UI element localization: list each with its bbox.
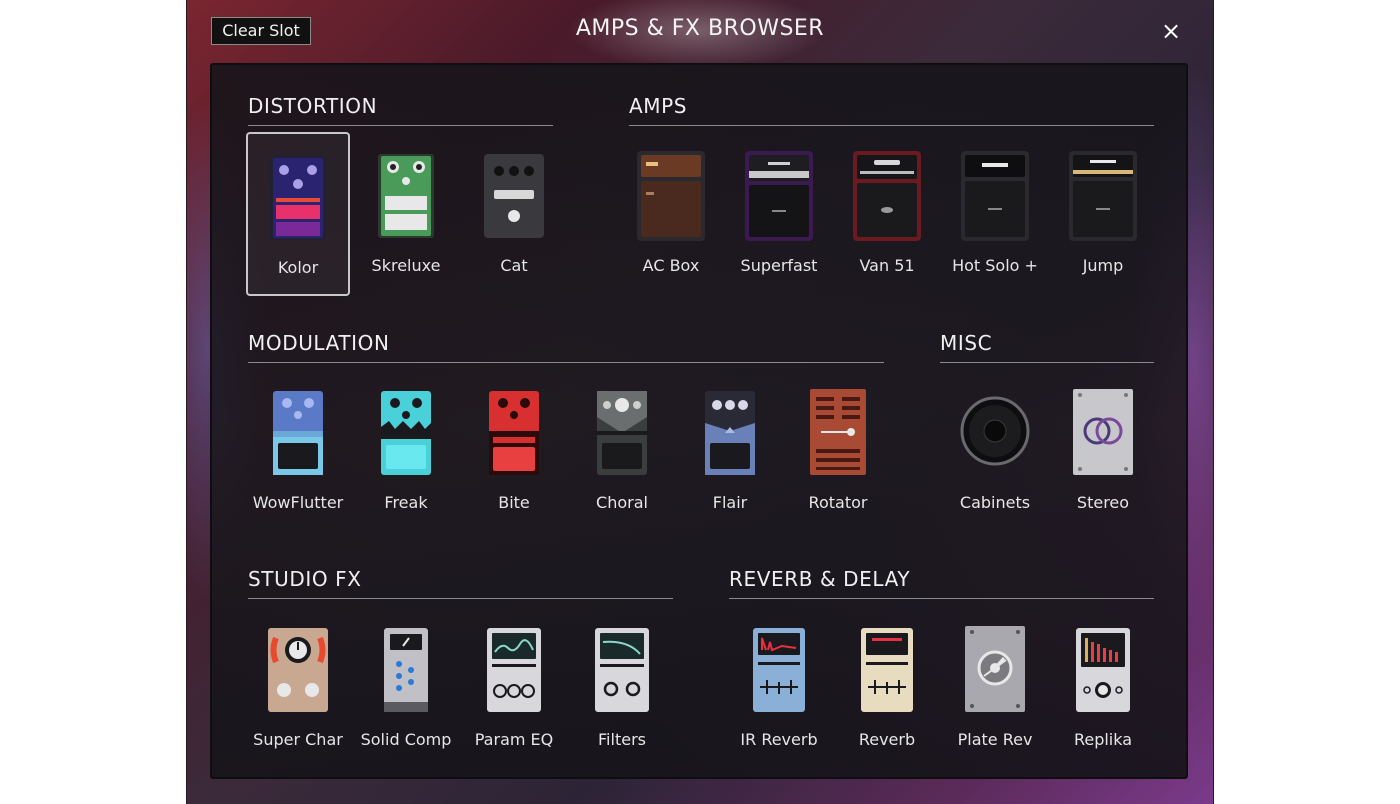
section-divider xyxy=(629,125,1154,126)
replika-pedal-icon xyxy=(1051,624,1155,714)
item-cabinets[interactable]: Cabinets xyxy=(943,369,1047,533)
ir-reverb-pedal-icon xyxy=(727,624,831,714)
section-modulation: MODULATION xyxy=(248,330,884,363)
cat-pedal-icon xyxy=(462,150,566,240)
section-title-misc: MISC xyxy=(940,331,993,355)
item-flair[interactable]: Flair xyxy=(678,369,782,533)
browser-panel: DISTORTION Kolor Skreluxe Cat AMPS AC Bo… xyxy=(210,63,1188,779)
amps-fx-browser-window: Clear Slot AMPS & FX BROWSER × DISTORTIO… xyxy=(187,0,1213,804)
flair-pedal-icon xyxy=(678,387,782,477)
van-51-amp-icon xyxy=(835,150,939,241)
item-filters[interactable]: Filters xyxy=(570,606,674,770)
section-divider xyxy=(940,362,1154,363)
section-divider xyxy=(729,598,1154,599)
param-eq-pedal-icon xyxy=(462,624,566,714)
section-title-studio-fx: STUDIO FX xyxy=(248,567,362,591)
item-bite[interactable]: Bite xyxy=(462,369,566,533)
super-char-pedal-icon xyxy=(246,624,350,714)
freak-pedal-icon xyxy=(354,387,458,477)
item-label: Replika xyxy=(1073,730,1133,749)
item-rotator[interactable]: Rotator xyxy=(786,369,890,533)
section-studio-fx: STUDIO FX xyxy=(248,566,673,599)
rotator-cabinet-icon xyxy=(786,387,890,477)
reverb-pedal-icon xyxy=(835,624,939,714)
kolor-pedal-icon xyxy=(248,152,348,242)
section-reverb-delay: REVERB & DELAY xyxy=(729,566,1154,599)
item-replika[interactable]: Replika xyxy=(1051,606,1155,770)
item-choral[interactable]: Choral xyxy=(570,369,674,533)
item-label: Filters xyxy=(598,730,646,749)
section-divider xyxy=(248,125,553,126)
section-title-amps: AMPS xyxy=(629,94,688,118)
item-label: Cat xyxy=(500,256,528,275)
plate-rev-icon xyxy=(943,624,1047,714)
solid-comp-pedal-icon xyxy=(354,624,458,714)
section-distortion: DISTORTION xyxy=(248,93,553,126)
item-van-51[interactable]: Van 51 xyxy=(835,132,939,296)
item-jump[interactable]: Jump xyxy=(1051,132,1155,296)
item-hot-solo-plus[interactable]: Hot Solo + xyxy=(943,132,1047,296)
item-label: Stereo xyxy=(1076,493,1130,512)
item-skreluxe[interactable]: Skreluxe xyxy=(354,132,458,296)
item-param-eq[interactable]: Param EQ xyxy=(462,606,566,770)
stereo-module-icon xyxy=(1051,387,1155,477)
wowflutter-pedal-icon xyxy=(246,387,350,477)
item-super-char[interactable]: Super Char xyxy=(246,606,350,770)
section-misc: MISC xyxy=(940,330,1154,363)
item-reverb[interactable]: Reverb xyxy=(835,606,939,770)
item-solid-comp[interactable]: Solid Comp xyxy=(354,606,458,770)
section-title-reverb-delay: REVERB & DELAY xyxy=(729,567,911,591)
jump-amp-icon xyxy=(1051,150,1155,241)
close-button[interactable]: × xyxy=(1159,17,1183,45)
section-divider xyxy=(248,362,884,363)
hot-solo-amp-icon xyxy=(943,150,1047,241)
item-label: Rotator xyxy=(808,493,868,512)
item-cat[interactable]: Cat xyxy=(462,132,566,296)
speaker-icon xyxy=(943,387,1047,477)
section-amps: AMPS xyxy=(629,93,1154,126)
ac-box-amp-icon xyxy=(619,150,723,241)
item-plate-rev[interactable]: Plate Rev xyxy=(943,606,1047,770)
item-wowflutter[interactable]: WowFlutter xyxy=(246,369,350,533)
section-divider xyxy=(248,598,673,599)
choral-pedal-icon xyxy=(570,387,674,477)
section-title-modulation: MODULATION xyxy=(248,331,390,355)
item-label: Jump xyxy=(1082,256,1124,275)
item-ac-box[interactable]: AC Box xyxy=(619,132,723,296)
item-stereo[interactable]: Stereo xyxy=(1051,369,1155,533)
skreluxe-pedal-icon xyxy=(354,150,458,240)
item-ir-reverb[interactable]: IR Reverb xyxy=(727,606,831,770)
item-kolor[interactable]: Kolor xyxy=(246,132,350,296)
filters-pedal-icon xyxy=(570,624,674,714)
window-title: AMPS & FX BROWSER xyxy=(575,16,825,41)
item-freak[interactable]: Freak xyxy=(354,369,458,533)
item-superfast[interactable]: Superfast xyxy=(727,132,831,296)
section-title-distortion: DISTORTION xyxy=(248,94,378,118)
superfast-amp-icon xyxy=(727,150,831,241)
bite-pedal-icon xyxy=(462,387,566,477)
